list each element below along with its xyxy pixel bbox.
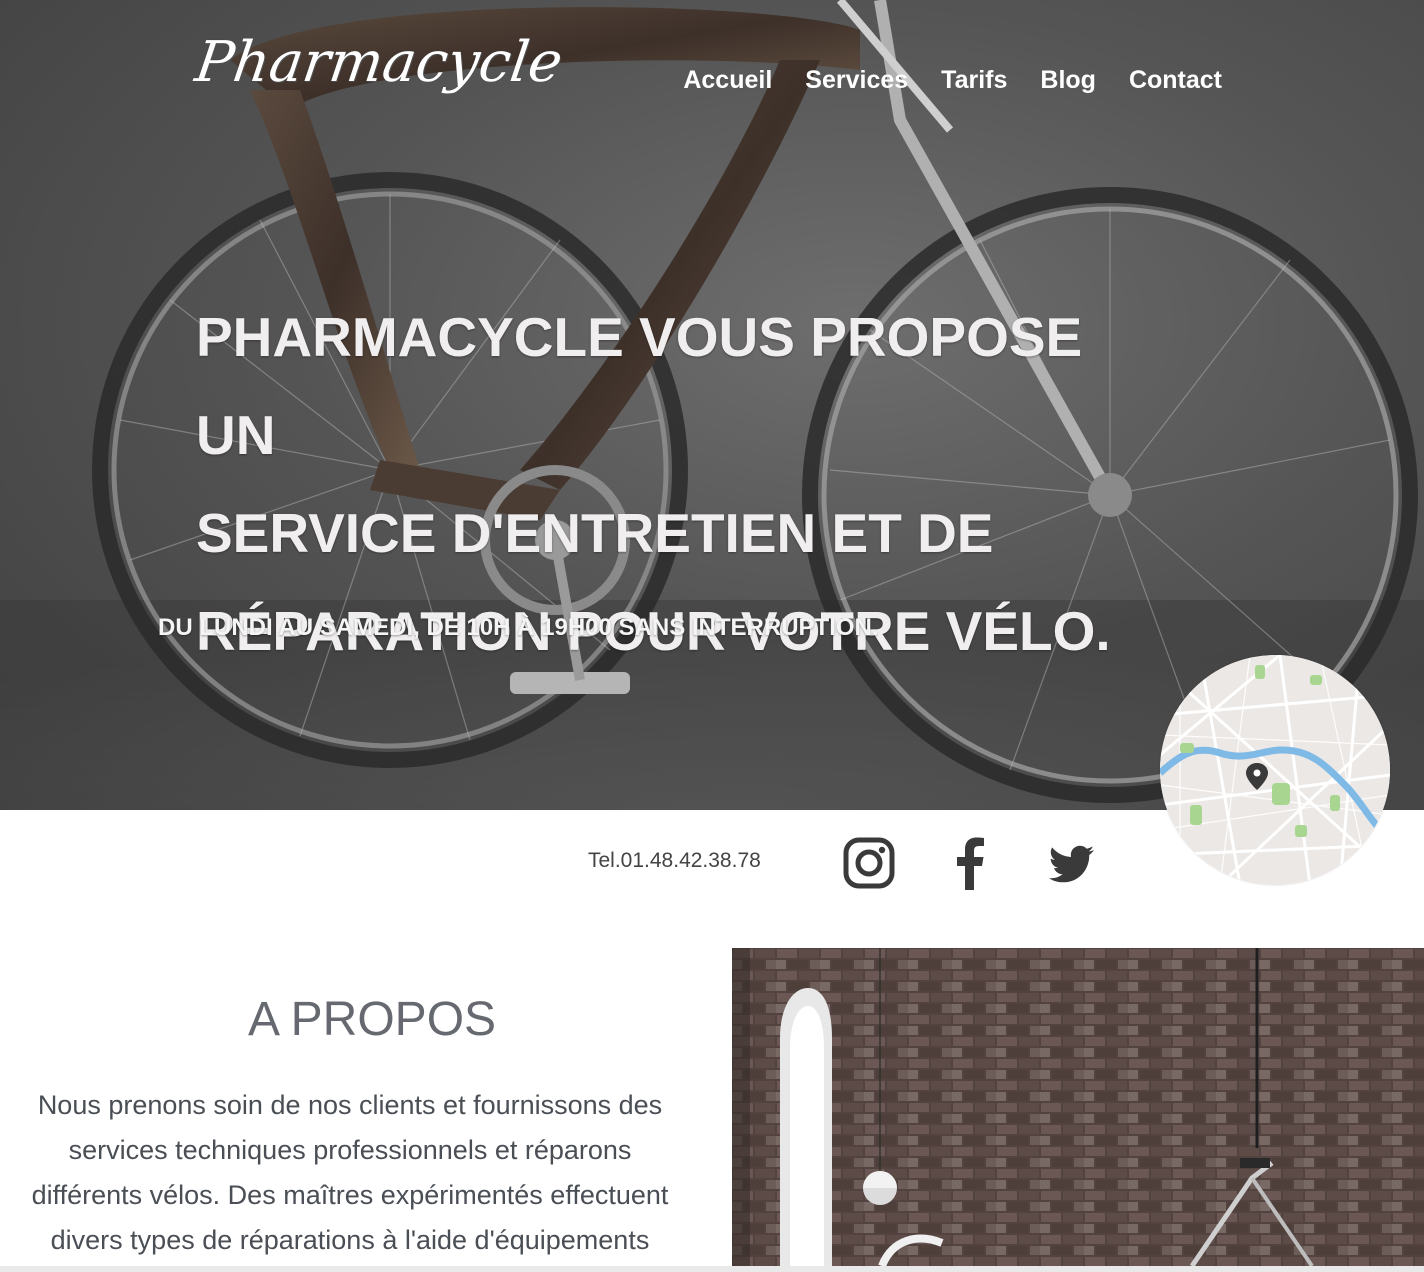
site-logo[interactable]: Pharmacycle xyxy=(191,30,566,95)
nav-item-contact[interactable]: Contact xyxy=(1129,66,1222,95)
opening-hours: DU LUNDI AU SAMEDI, DE 10H À 19H00 SANS … xyxy=(158,614,879,641)
bottom-divider xyxy=(0,1266,1424,1272)
twitter-icon[interactable] xyxy=(1046,836,1096,890)
map-image xyxy=(1160,655,1390,885)
phone-number[interactable]: Tel.01.48.42.38.78 xyxy=(588,849,761,873)
hero-headline-line: PHARMACYCLE VOUS PROPOSE UN xyxy=(196,306,1083,466)
nav-item-blog[interactable]: Blog xyxy=(1040,66,1096,95)
nav-item-services[interactable]: Services xyxy=(805,66,908,95)
main-nav: Accueil Services Tarifs Blog Contact xyxy=(683,66,1222,95)
facebook-icon[interactable] xyxy=(950,836,990,890)
instagram-icon[interactable] xyxy=(842,836,896,890)
nav-item-tarifs[interactable]: Tarifs xyxy=(941,66,1007,95)
nav-item-accueil[interactable]: Accueil xyxy=(683,66,772,95)
location-map[interactable] xyxy=(1160,655,1390,885)
hero-headline-line: SERVICE D'ENTRETIEN ET DE xyxy=(196,502,994,564)
workshop-photo xyxy=(732,948,1424,1266)
about-text: Nous prenons soin de nos clients et four… xyxy=(31,1090,669,1255)
about-title: A PROPOS xyxy=(247,993,497,1046)
